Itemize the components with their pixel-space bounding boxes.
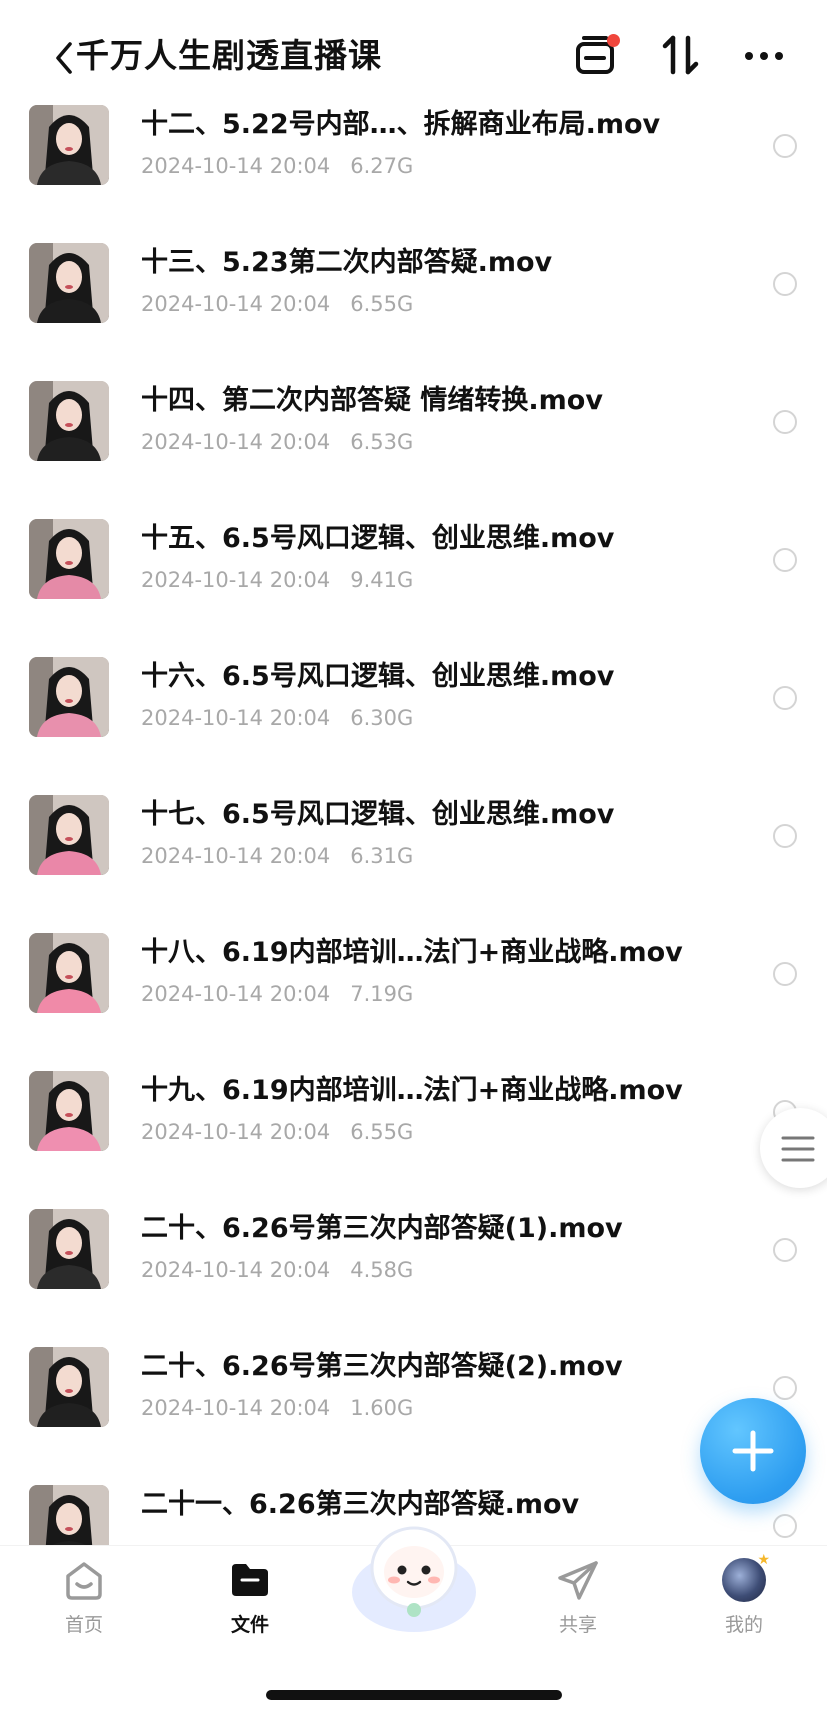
chevron-left-icon[interactable] [52,38,78,78]
list-item[interactable]: 十九、6.19内部培训…法门+商业战略.mov 2024-10-14 20:04 6… [0,1063,827,1201]
file-meta: 2024-10-14 20:04 6.55G [141,1118,413,1146]
list-item[interactable]: 十三、5.23第二次内部答疑.mov 2024-10-14 20:04 6.55G [0,235,827,373]
nav-label: 我的 [724,1614,763,1636]
video-thumbnail [29,1071,109,1151]
list-item[interactable]: 十五、6.5号风口逻辑、创业思维.mov 2024-10-14 20:04 9.41… [0,511,827,649]
select-radio[interactable] [773,272,797,296]
home-indicator [266,1690,562,1700]
file-size: 4.58G [350,1258,414,1282]
file-date: 2024-10-14 20:04 [141,154,331,178]
file-size: 6.31G [350,844,414,868]
file-name: 十五、6.5号风口逻辑、创业思维.mov [141,523,615,554]
file-date: 2024-10-14 20:04 [141,706,331,730]
file-date: 2024-10-14 20:04 [141,1396,331,1420]
file-size: 7.19G [350,982,414,1006]
file-name: 二十、6.26号第三次内部答疑(1).mov [141,1213,623,1244]
plus-icon [732,1430,774,1472]
video-thumbnail [29,243,109,323]
list-item[interactable]: 十六、6.5号风口逻辑、创业思维.mov 2024-10-14 20:04 6.30… [0,649,827,787]
file-size: 6.55G [350,1120,414,1144]
select-radio[interactable] [773,410,797,434]
file-date: 2024-10-14 20:04 [141,430,331,454]
file-name: 十三、5.23第二次内部答疑.mov [141,247,553,278]
nav-profile[interactable]: ★ 我的 [684,1552,804,1637]
transfer-list-icon[interactable] [572,30,622,80]
video-thumbnail [29,1347,109,1427]
file-meta: 2024-10-14 20:04 6.30G [141,704,413,732]
file-meta: 2024-10-14 20:04 6.53G [141,428,413,456]
home-icon [66,1562,102,1600]
file-date: 2024-10-14 20:04 [141,982,331,1006]
video-thumbnail [29,933,109,1013]
file-size: 6.27G [350,154,414,178]
nav-label: 首页 [64,1614,103,1636]
file-name: 二十、6.26号第三次内部答疑(2).mov [141,1351,623,1382]
file-size: 6.30G [350,706,414,730]
bottom-nav: 首页 文件 共享 ★ 我的 [0,1526,827,1709]
page-title: 千万人生剧透直播课 [76,36,382,75]
file-name: 十二、5.22号内部…、拆解商业布局.mov [141,109,661,140]
list-item[interactable]: 十二、5.22号内部…、拆解商业布局.mov 2024-10-14 20:04 6.… [0,97,827,235]
select-radio[interactable] [773,1514,797,1538]
file-meta: 2024-10-14 20:04 1.60G [141,1394,413,1422]
file-name: 十六、6.5号风口逻辑、创业思维.mov [141,661,615,692]
file-name: 十八、6.19内部培训…法门+商业战略.mov [141,937,683,968]
menu-lines-icon [781,1136,815,1162]
list-item[interactable]: 十八、6.19内部培训…法门+商业战略.mov 2024-10-14 20:04 7… [0,925,827,1063]
sort-icon[interactable] [656,30,706,80]
select-radio[interactable] [773,134,797,158]
select-radio[interactable] [773,962,797,986]
nav-files[interactable]: 文件 [190,1558,310,1637]
more-icon[interactable] [740,30,790,80]
folder-icon [232,1564,268,1596]
file-size: 1.60G [350,1396,414,1420]
file-name: 十七、6.5号风口逻辑、创业思维.mov [141,799,615,830]
file-size: 6.53G [350,430,414,454]
file-list: 十二、5.22号内部…、拆解商业布局.mov 2024-10-14 20:04 6.… [0,97,827,1615]
nav-home[interactable]: 首页 [24,1558,144,1637]
select-radio[interactable] [773,1238,797,1262]
list-item[interactable]: 二十、6.26号第三次内部答疑(1).mov 2024-10-14 20:04 4.… [0,1201,827,1339]
file-date: 2024-10-14 20:04 [141,1120,331,1144]
file-date: 2024-10-14 20:04 [141,568,331,592]
nav-label: 共享 [558,1614,597,1636]
file-meta: 2024-10-14 20:04 6.55G [141,290,413,318]
nav-label: 文件 [230,1614,269,1636]
select-radio[interactable] [773,548,797,572]
video-thumbnail [29,657,109,737]
file-size: 9.41G [350,568,414,592]
select-radio[interactable] [773,686,797,710]
video-thumbnail [29,381,109,461]
add-button[interactable] [700,1398,806,1504]
avatar-icon: ★ [722,1552,770,1602]
select-radio[interactable] [773,824,797,848]
video-thumbnail [29,795,109,875]
video-thumbnail [29,105,109,185]
select-radio[interactable] [773,1376,797,1400]
crown-icon: ★ [757,1552,770,1568]
notification-badge [607,34,620,47]
file-meta: 2024-10-14 20:04 7.19G [141,980,413,1008]
file-meta: 2024-10-14 20:04 6.27G [141,152,413,180]
file-meta: 2024-10-14 20:04 6.31G [141,842,413,870]
video-thumbnail [29,1209,109,1289]
header-bar: 千万人生剧透直播课 [0,0,827,100]
list-item[interactable]: 十七、6.5号风口逻辑、创业思维.mov 2024-10-14 20:04 6.31… [0,787,827,925]
nav-share[interactable]: 共享 [518,1558,638,1637]
file-name: 十九、6.19内部培训…法门+商业战略.mov [141,1075,683,1106]
file-date: 2024-10-14 20:04 [141,292,331,316]
share-send-icon [558,1561,598,1600]
list-item[interactable]: 十四、第二次内部答疑 情绪转换.mov 2024-10-14 20:04 6.53G [0,373,827,511]
mascot-icon[interactable] [346,1508,482,1638]
file-meta: 2024-10-14 20:04 9.41G [141,566,413,594]
file-size: 6.55G [350,292,414,316]
file-date: 2024-10-14 20:04 [141,844,331,868]
file-name: 十四、第二次内部答疑 情绪转换.mov [141,385,603,416]
file-date: 2024-10-14 20:04 [141,1258,331,1282]
video-thumbnail [29,519,109,599]
file-meta: 2024-10-14 20:04 4.58G [141,1256,413,1284]
